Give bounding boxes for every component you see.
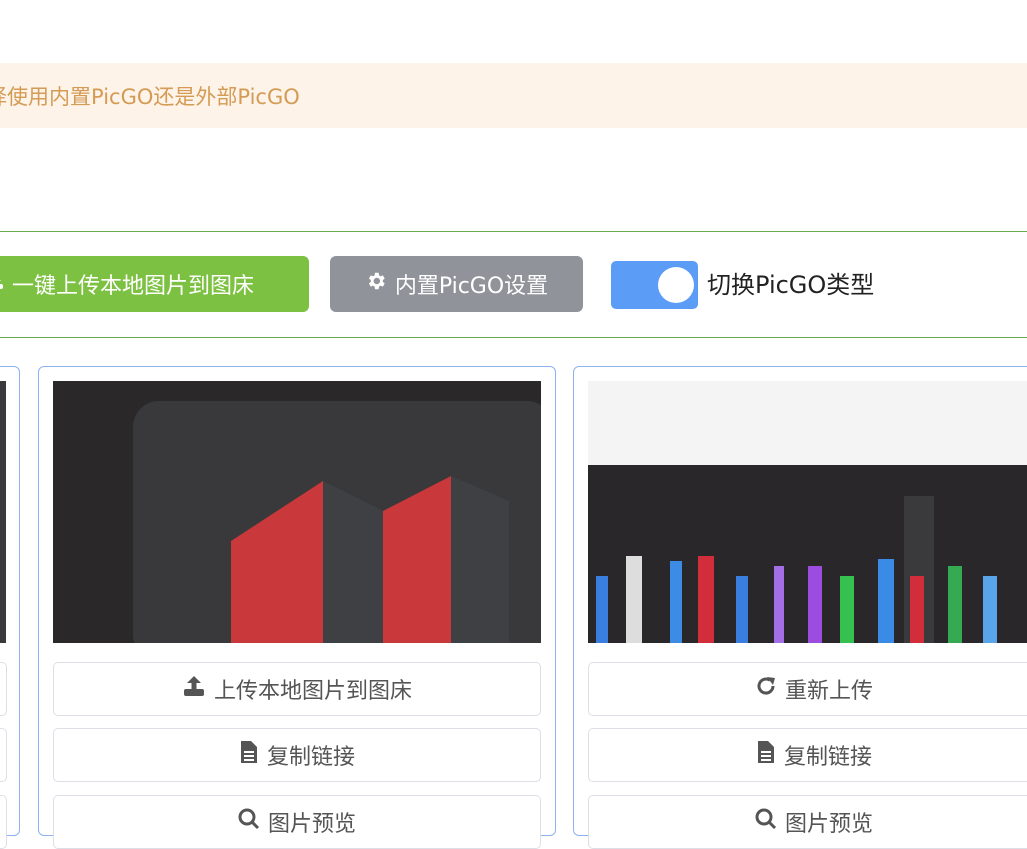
picgo-settings-button[interactable]: 内置PicGO设置 xyxy=(330,256,583,312)
upload-all-button[interactable]: 一键上传本地图片到图床 xyxy=(0,256,309,312)
gear-icon xyxy=(365,270,387,298)
card-action-label: 复制链接 xyxy=(783,745,872,770)
card-action-label: 重新上传 xyxy=(784,679,873,704)
copy-link-button[interactable]: 复制链接 xyxy=(53,728,541,782)
image-thumbnail[interactable] xyxy=(588,381,1027,643)
notice-text: 择使用内置PicGO还是外部PicGO xyxy=(0,84,300,109)
upload-local-image-button[interactable]: 上传本地图片到图床 xyxy=(53,662,541,716)
picgo-type-toggle[interactable] xyxy=(611,261,698,309)
upload-icon xyxy=(0,275,6,294)
toolbar: 一键上传本地图片到图床 内置PicGO设置 切换PicGO类型 xyxy=(0,231,1027,338)
card-action-label: 上传本地图片到图床 xyxy=(213,679,412,704)
card-action-label: 图片预览 xyxy=(267,812,356,837)
image-card: 上传本地图片到图床 复制链接 图片预览 xyxy=(38,366,556,849)
image-preview-button[interactable]: 图片预览 xyxy=(53,795,541,849)
image-preview-button[interactable]: 图片预览 xyxy=(588,795,1027,849)
picgo-settings-label: 内置PicGO设置 xyxy=(394,274,549,299)
copy-link-button[interactable]: 复制链接 xyxy=(588,728,1027,782)
image-thumbnail xyxy=(0,381,6,643)
image-card xyxy=(0,366,20,849)
upload-all-label: 一键上传本地图片到图床 xyxy=(12,274,255,299)
card-action-button[interactable] xyxy=(0,662,7,716)
image-thumbnail[interactable] xyxy=(53,381,541,643)
card-action-label: 复制链接 xyxy=(266,745,355,770)
card-action-label: 图片预览 xyxy=(784,812,873,837)
reupload-button[interactable]: 重新上传 xyxy=(588,662,1027,716)
card-action-button[interactable] xyxy=(0,795,7,849)
upload-icon xyxy=(182,674,206,704)
redo-icon xyxy=(755,675,777,703)
search-icon xyxy=(755,808,777,836)
picgo-type-notice: 择使用内置PicGO还是外部PicGO xyxy=(0,63,1027,128)
toggle-knob xyxy=(658,267,694,303)
picgo-type-toggle-label: 切换PicGO类型 xyxy=(707,271,875,299)
card-action-button[interactable] xyxy=(0,728,7,782)
file-icon xyxy=(756,740,776,770)
file-icon xyxy=(239,740,259,770)
search-icon xyxy=(238,808,260,836)
image-card: 重新上传 复制链接 图片预览 xyxy=(573,366,1027,849)
